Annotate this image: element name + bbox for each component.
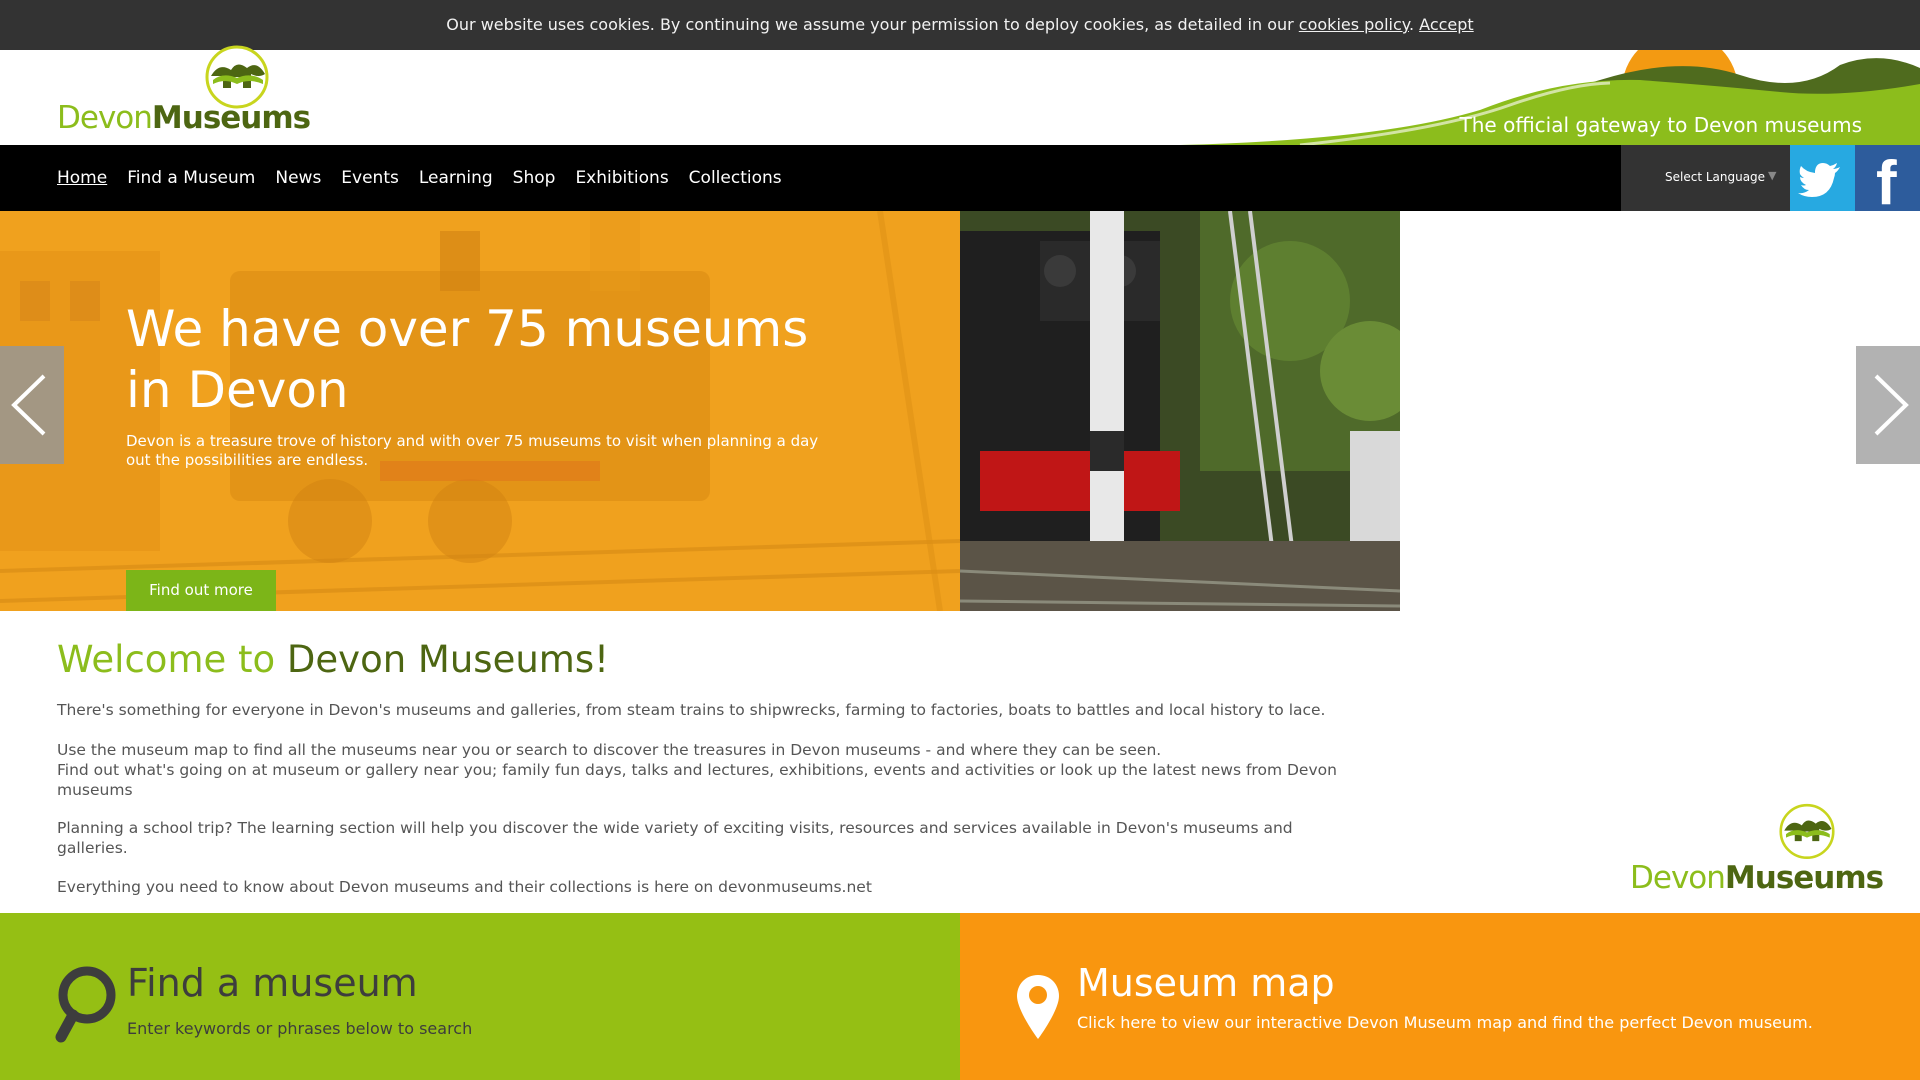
language-select-label: Select Language xyxy=(1665,170,1766,184)
welcome-paragraph-1: There's something for everyone in Devon'… xyxy=(57,701,1326,719)
nav-item-exhibitions[interactable]: Exhibitions xyxy=(575,168,668,188)
cookie-text: Our website uses cookies. By continuing … xyxy=(446,15,1294,34)
cookie-accept-link[interactable]: Accept xyxy=(1419,15,1474,34)
facebook-icon: f xyxy=(1876,149,1897,218)
nav-menu: Home Find a Museum News Events Learning … xyxy=(57,145,802,211)
slider-next-button[interactable] xyxy=(1856,346,1920,464)
slider-prev-button[interactable] xyxy=(0,346,64,464)
welcome-paragraph-2: Use the museum map to find all the museu… xyxy=(57,741,1162,759)
facebook-button[interactable]: f xyxy=(1855,145,1920,217)
cookie-separator: . xyxy=(1408,15,1415,34)
museum-map-title: Museum map xyxy=(1077,961,1335,1005)
chevron-down-icon: ▼ xyxy=(1768,169,1777,182)
hero-title: We have over 75 museums in Devon xyxy=(126,300,809,419)
logo-devon: Devon xyxy=(57,100,153,136)
map-pin-icon xyxy=(1017,975,1059,1039)
site-tagline: The official gateway to Devon museums xyxy=(1459,113,1862,137)
footer-logo-devon: Devon xyxy=(1630,860,1726,896)
footer-logo-wordmark: DevonMuseums xyxy=(1630,860,1884,896)
hero-overlay: We have over 75 museums in Devon Devon i… xyxy=(0,211,960,611)
nav-item-news[interactable]: News xyxy=(275,168,321,188)
nav-item-shop[interactable]: Shop xyxy=(513,168,556,188)
museum-map-panel[interactable]: Museum map Click here to view our intera… xyxy=(960,913,1920,1080)
hero-photo xyxy=(960,211,1400,611)
logo-museums: Museums xyxy=(151,100,311,136)
nav-item-home[interactable]: Home xyxy=(57,168,107,188)
site-header: DevonMuseums The official gateway to Dev… xyxy=(0,45,1920,145)
footer-logo-museums: Museums xyxy=(1724,860,1884,896)
nav-item-find-a-museum[interactable]: Find a Museum xyxy=(127,168,255,188)
nav-item-learning[interactable]: Learning xyxy=(419,168,493,188)
museum-map-subtitle: Click here to view our interactive Devon… xyxy=(1077,1013,1813,1032)
nav-item-collections[interactable]: Collections xyxy=(689,168,782,188)
find-out-more-button[interactable]: Find out more xyxy=(126,570,276,611)
site-logo[interactable]: DevonMuseums xyxy=(57,44,311,140)
find-museum-subtitle: Enter keywords or phrases below to searc… xyxy=(127,1019,473,1038)
welcome-heading: Welcome to Devon Museums! xyxy=(57,638,609,681)
twitter-icon xyxy=(1798,163,1840,197)
hero-slider: We have over 75 museums in Devon Devon i… xyxy=(0,211,1400,611)
cookie-bar: Our website uses cookies. By continuing … xyxy=(0,0,1920,50)
welcome-paragraph-4: Planning a school trip? The learning sec… xyxy=(57,819,1293,857)
welcome-heading-part2: Devon Museums! xyxy=(286,638,609,681)
welcome-paragraph-5: Everything you need to know about Devon … xyxy=(57,878,872,896)
steam-train-photo xyxy=(960,211,1400,611)
chevron-right-icon xyxy=(1874,374,1909,436)
main-nav: Home Find a Museum News Events Learning … xyxy=(0,145,1920,217)
search-icon xyxy=(55,966,116,1043)
hero-text: Devon is a treasure trove of history and… xyxy=(126,432,819,469)
twitter-button[interactable] xyxy=(1790,145,1855,211)
welcome-paragraph-3: Find out what's going on at museum or ga… xyxy=(57,761,1337,799)
welcome-heading-part1: Welcome to xyxy=(57,638,276,681)
logo-emblem-small xyxy=(1779,803,1835,859)
find-museum-panel[interactable]: Find a museum Enter keywords or phrases … xyxy=(0,913,960,1080)
language-select[interactable]: Select Language ▼ xyxy=(1621,145,1790,211)
cookies-policy-link[interactable]: cookies policy xyxy=(1299,15,1409,34)
find-museum-title: Find a museum xyxy=(127,961,418,1005)
nav-item-events[interactable]: Events xyxy=(341,168,399,188)
chevron-left-icon xyxy=(11,374,46,436)
logo-wordmark: DevonMuseums xyxy=(57,100,311,136)
footer-logo: DevonMuseums xyxy=(1630,800,1884,900)
